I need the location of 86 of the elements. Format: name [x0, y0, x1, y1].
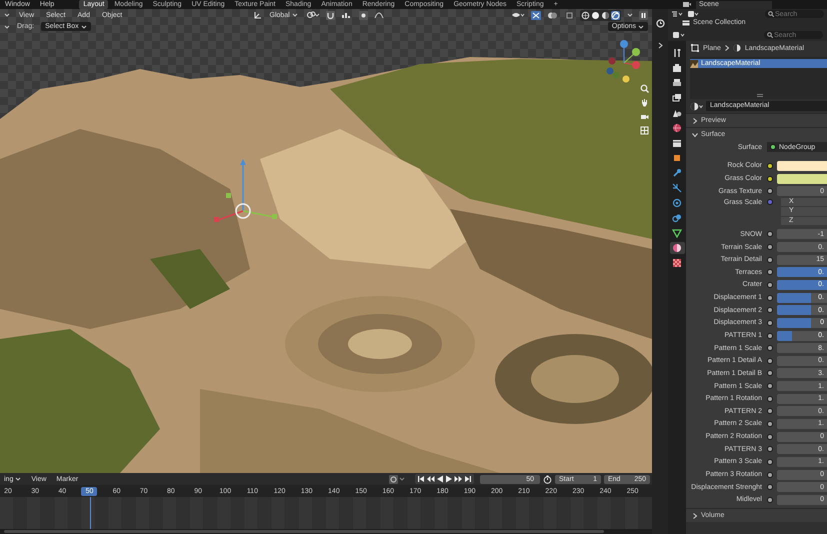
socket-dot[interactable]: [767, 176, 773, 182]
caret-icon: [80, 24, 87, 30]
socket-dot[interactable]: [767, 370, 773, 376]
socket-dot[interactable]: [767, 307, 773, 314]
link-icon: [672, 213, 682, 223]
socket-dot[interactable]: [767, 484, 773, 490]
shapes-icon: [672, 108, 682, 118]
play-icon[interactable]: [445, 475, 453, 483]
filter-icon[interactable]: [687, 10, 699, 18]
falloff-curve-icon[interactable]: [374, 11, 384, 19]
chevron-right-icon: [724, 45, 729, 51]
display-mode-icon[interactable]: [671, 10, 683, 18]
snap-grid-icon[interactable]: [340, 11, 353, 19]
sphere-icon: [672, 243, 682, 253]
orbit-icon: [672, 198, 682, 208]
visibility-icon[interactable]: [511, 11, 526, 19]
globe-icon: [672, 123, 682, 133]
socket-dot[interactable]: [767, 320, 773, 326]
particles-icon: [672, 183, 682, 193]
box-icon: [672, 138, 682, 148]
socket-dot[interactable]: [767, 396, 773, 402]
collection-icon[interactable]: [682, 20, 690, 26]
chevron-right-icon: [692, 512, 698, 519]
hand-icon[interactable]: [640, 98, 649, 107]
socket-dot[interactable]: [767, 282, 773, 288]
color-swatch[interactable]: [777, 174, 827, 184]
socket-dot[interactable]: [767, 383, 773, 390]
chevron-down-icon: [692, 132, 698, 138]
stopwatch-icon[interactable]: [543, 474, 552, 484]
socket-dot[interactable]: [767, 434, 773, 440]
navigation-gizmo-icon[interactable]: [606, 39, 642, 83]
resize-grip-icon[interactable]: [757, 94, 763, 97]
caret-icon: [292, 12, 298, 18]
tools-icon: [672, 48, 682, 58]
socket-dot[interactable]: [767, 420, 773, 427]
material-browse-icon[interactable]: [690, 102, 704, 110]
zoom-icon[interactable]: [640, 84, 649, 93]
sphere-icon: [732, 44, 741, 52]
socket-dot[interactable]: [767, 256, 773, 263]
socket-dot[interactable]: [767, 345, 773, 352]
overlay-icon[interactable]: [547, 10, 560, 20]
camera-back-icon: [672, 63, 682, 73]
mesh-object-icon: [691, 44, 699, 52]
play-reverse-icon[interactable]: [436, 475, 444, 483]
checker-icon: [672, 258, 682, 268]
layers-icon: [672, 93, 682, 103]
material-thumbnail-icon: [690, 60, 698, 68]
pivot-icon[interactable]: [306, 11, 320, 19]
color-swatch[interactable]: [777, 160, 827, 171]
socket-dot[interactable]: [767, 162, 773, 169]
socket-dot[interactable]: [767, 358, 773, 364]
triangle-icon: [672, 228, 682, 238]
grid-icon[interactable]: [640, 126, 649, 135]
scene-icon[interactable]: [682, 1, 692, 8]
caret-icon: [15, 476, 22, 482]
square-icon: [672, 153, 682, 163]
socket-dot[interactable]: [767, 496, 773, 503]
socket-dot[interactable]: [767, 446, 773, 452]
chevron-right-icon: [692, 118, 698, 124]
camera-icon[interactable]: [640, 112, 649, 121]
prev-keyframe-icon[interactable]: [426, 475, 435, 483]
jump-end-icon[interactable]: [464, 475, 472, 483]
socket-dot[interactable]: [767, 231, 773, 238]
printer-icon: [672, 78, 682, 88]
properties-tab[interactable]: [670, 227, 684, 239]
record-icon[interactable]: [389, 474, 405, 484]
wrench-icon: [672, 168, 682, 178]
properties-tab[interactable]: [670, 242, 684, 254]
socket-dot[interactable]: [767, 294, 773, 301]
jump-start-icon[interactable]: [417, 475, 425, 483]
socket-dot: [770, 144, 776, 150]
socket-dot[interactable]: [767, 188, 773, 194]
history-icon[interactable]: [656, 19, 664, 28]
socket-dot[interactable]: [767, 408, 773, 414]
axes-icon[interactable]: [252, 11, 262, 19]
socket-dot[interactable]: [767, 269, 773, 276]
socket-dot[interactable]: [767, 458, 773, 465]
editor-type-icon[interactable]: [672, 31, 686, 39]
socket-dot[interactable]: [767, 332, 773, 338]
socket-dot[interactable]: [767, 472, 773, 478]
shading-mode-icon[interactable]: [591, 10, 600, 20]
shading-mode-icon[interactable]: [581, 10, 590, 20]
shading-mode-icon[interactable]: [601, 10, 610, 20]
next-keyframe-icon[interactable]: [454, 475, 463, 483]
socket-dot[interactable]: [767, 199, 773, 206]
socket-dot[interactable]: [767, 244, 773, 250]
